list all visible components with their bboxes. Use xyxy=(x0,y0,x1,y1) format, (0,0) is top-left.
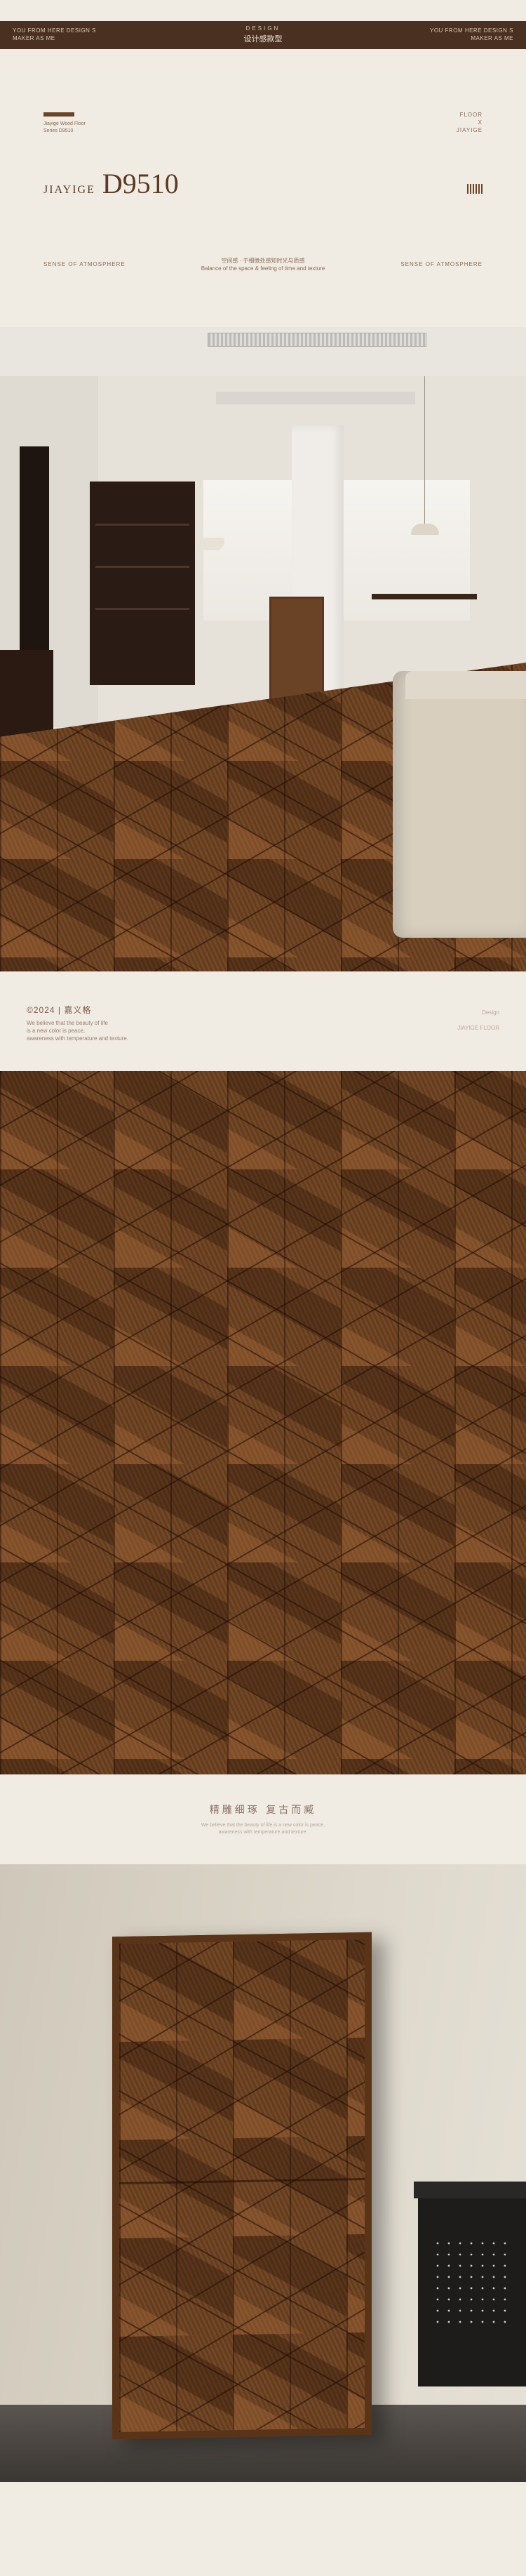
pendant-lamp xyxy=(411,524,439,535)
model-number: D9510 xyxy=(102,168,179,199)
header-sub-right: SENSE OF ATMOSPHERE xyxy=(400,261,483,267)
black-stool xyxy=(414,2182,526,2386)
brand-title: JIAYIGE D9510 xyxy=(43,167,179,200)
dark-cabinet xyxy=(90,482,195,685)
slogan: 精雕细琢 复古而臧 xyxy=(209,1805,317,1816)
header-right-label: FLOOR X JIAYIGE xyxy=(456,112,483,133)
pendant-cord xyxy=(424,376,425,524)
caption-description: We believe that the beauty of life is a … xyxy=(27,1020,128,1042)
barcode-icon xyxy=(467,184,483,194)
sofa xyxy=(393,671,526,938)
header-meta: Jiayige Wood Floor Series D9510 xyxy=(43,121,86,133)
slogan-sub: We believe that the beauty of life is a … xyxy=(201,1823,325,1835)
product-page: YOU FROM HERE DESIGN S MAKER AS ME DESIG… xyxy=(0,0,526,2576)
topbar-right: YOU FROM HERE DESIGN S MAKER AS ME xyxy=(429,27,513,41)
caption-year: ©2024 | 嘉义格 xyxy=(27,1005,92,1015)
caption-right: Design JIAYIGE FLOOR xyxy=(457,1009,499,1031)
sofa-back xyxy=(405,671,526,699)
parquet-closeup xyxy=(0,1071,526,1774)
header-accent-bar xyxy=(43,112,74,117)
top-bar: YOU FROM HERE DESIGN S MAKER AS ME DESIG… xyxy=(0,21,526,49)
parquet-panel xyxy=(112,1932,372,2440)
dining-table xyxy=(372,594,477,599)
ceiling-vent xyxy=(208,333,426,347)
brand-name: JIAYIGE xyxy=(43,184,95,196)
panel-photo xyxy=(0,1864,526,2482)
ceiling-panel xyxy=(216,392,415,404)
table-lamp xyxy=(196,538,224,550)
room-photo xyxy=(0,327,526,971)
